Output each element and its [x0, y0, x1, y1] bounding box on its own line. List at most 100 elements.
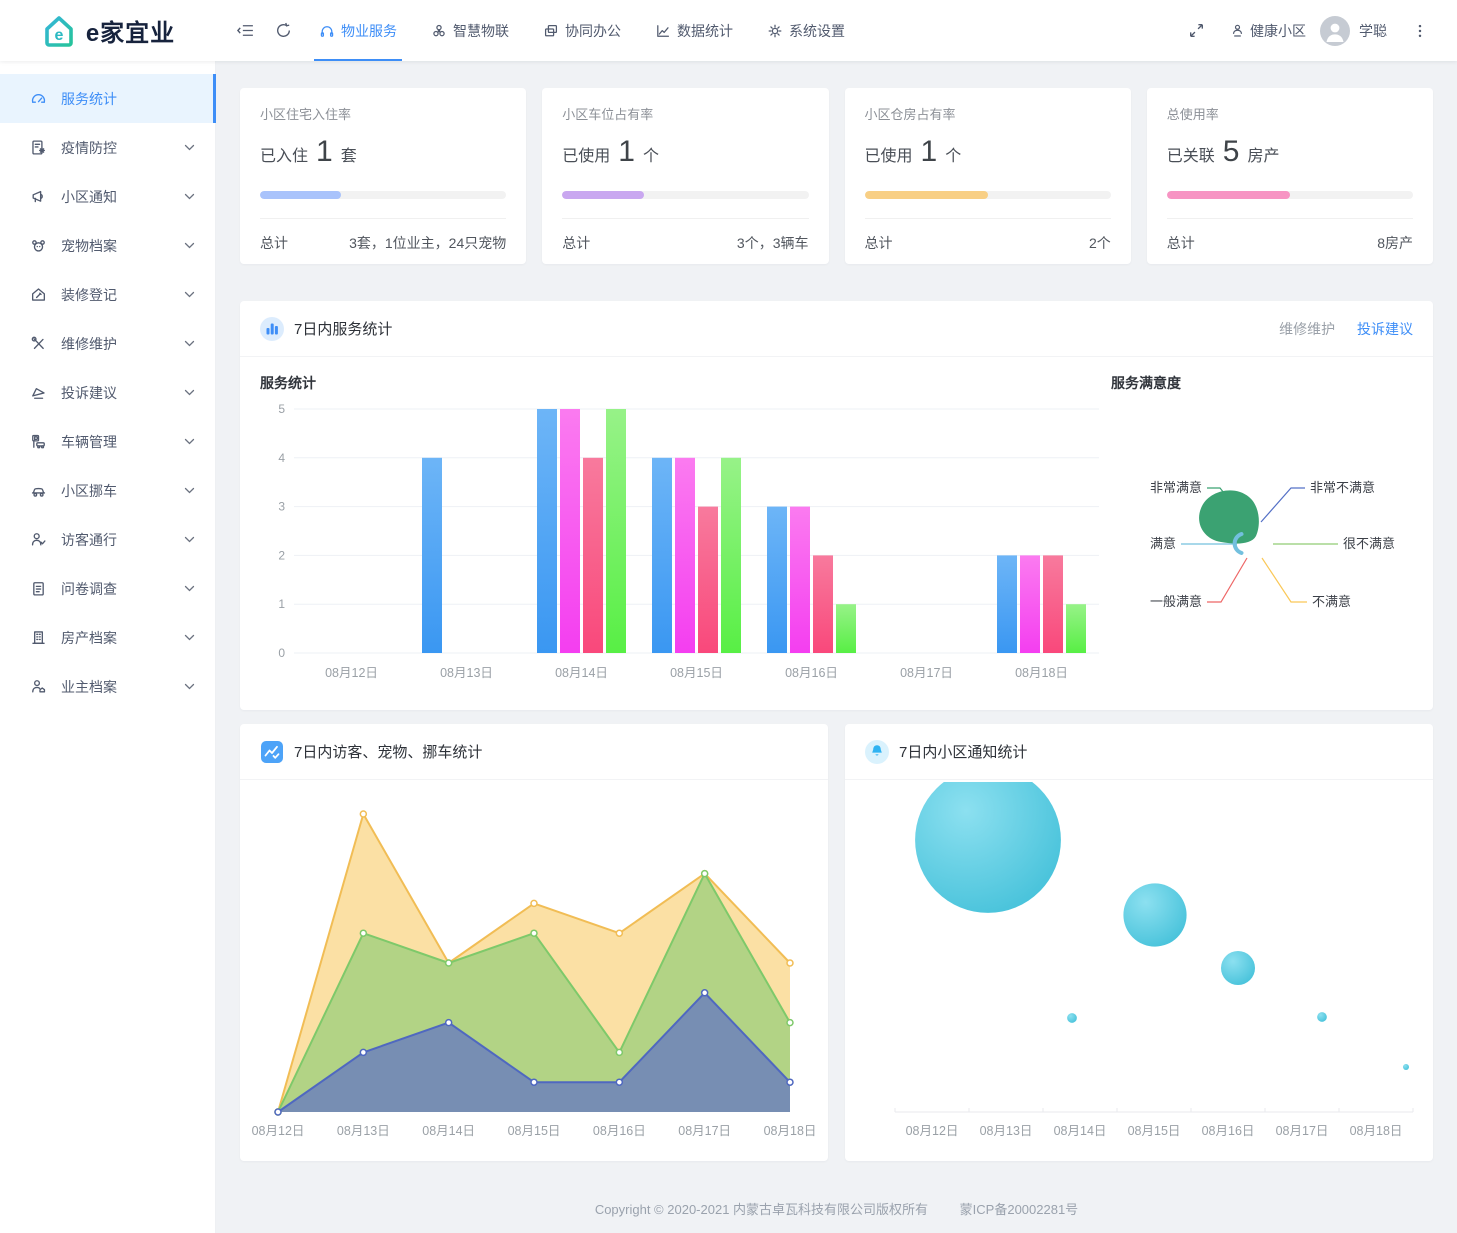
card-total-value: 3个，3辆车: [736, 235, 809, 251]
sidebar-item-label: 投诉建议: [61, 384, 117, 401]
svg-text:08月16日: 08月16日: [1202, 1124, 1255, 1138]
card-value-unit: 房产: [1247, 148, 1280, 165]
chevron-down-icon: [184, 536, 195, 544]
svg-text:很不满意: 很不满意: [1343, 536, 1395, 551]
chevron-down-icon: [184, 683, 195, 691]
fullscreen-icon[interactable]: [1177, 12, 1215, 50]
card-progress-fill: [260, 191, 342, 199]
svg-text:08月14日: 08月14日: [555, 666, 608, 680]
svg-text:08月14日: 08月14日: [1054, 1124, 1107, 1138]
svg-text:08月13日: 08月13日: [337, 1124, 390, 1138]
card-total-label: 总计: [562, 235, 591, 251]
sidebar-item-5[interactable]: 维修维护: [0, 319, 215, 368]
card-total-value: 8房产: [1377, 235, 1413, 251]
stat-cards: 小区住宅入住率 已入住 1 套 总计 3套，1位业主，24只宠物 小区车位占有率…: [240, 88, 1433, 264]
svg-text:08月12日: 08月12日: [325, 666, 378, 680]
main-content: 小区住宅入住率 已入住 1 套 总计 3套，1位业主，24只宠物 小区车位占有率…: [216, 61, 1457, 1233]
headset-icon: [319, 23, 335, 39]
renovation-icon: [30, 286, 47, 303]
svg-text:08月16日: 08月16日: [593, 1124, 646, 1138]
sidebar-item-0[interactable]: 服务统计: [0, 74, 216, 123]
sidebar-item-label: 疫情防控: [61, 139, 117, 156]
card-total-value: 3套，1位业主，24只宠物: [349, 235, 507, 251]
bell-badge-icon: [865, 739, 889, 764]
card-total-label: 总计: [864, 235, 893, 251]
satisfaction-pie-col: 服务满意度 非常满意 满意 一般满意 非常不满意 很不满意 不满意: [1107, 373, 1419, 697]
nav-tabs: 物业服务 智慧物联 协同办公 数据统计 系统设置: [302, 0, 862, 61]
collapse-sidebar-icon[interactable]: [226, 12, 264, 50]
sidebar-item-1[interactable]: 疫情防控: [0, 123, 215, 172]
brand-name: e家宜业: [85, 20, 176, 47]
repair-link[interactable]: 维修维护: [1279, 321, 1335, 337]
svg-text:08月15日: 08月15日: [508, 1124, 561, 1138]
bar-chart-title: 服务统计: [260, 375, 316, 391]
sidebar-item-7[interactable]: 车辆管理: [0, 417, 215, 466]
community-switcher[interactable]: 健康小区: [1229, 21, 1306, 41]
brand-logo[interactable]: e e家宜业: [0, 13, 216, 49]
location-person-icon: [1229, 22, 1246, 39]
svg-text:5: 5: [278, 402, 285, 416]
card-value-number: 1: [920, 135, 938, 168]
refresh-icon[interactable]: [264, 12, 302, 50]
nav-tab-2[interactable]: 协同办公: [526, 0, 638, 61]
svg-text:e: e: [54, 27, 63, 44]
username: 学聪: [1359, 22, 1387, 39]
complaint-link[interactable]: 投诉建议: [1357, 321, 1413, 337]
building-icon: [30, 629, 47, 646]
service-panel-title: 7日内服务统计: [294, 321, 393, 338]
nav-tab-label: 协同办公: [565, 22, 621, 39]
svg-text:08月17日: 08月17日: [678, 1124, 731, 1138]
card-progress-bar: [1166, 191, 1413, 199]
sidebar-item-label: 维修维护: [61, 335, 117, 352]
card-title: 小区仓房占有率: [864, 107, 956, 122]
copyright-text: Copyright © 2020-2021 内蒙古卓瓦科技有限公司版权所有: [594, 1202, 929, 1217]
card-divider: [260, 218, 507, 219]
community-name: 健康小区: [1250, 22, 1306, 39]
svg-text:08月18日: 08月18日: [1015, 666, 1068, 680]
svg-text:一般满意: 一般满意: [1150, 594, 1202, 609]
notice-panel-header: 7日内小区通知统计: [845, 724, 1433, 780]
house-logo-icon: e: [41, 13, 77, 49]
sidebar-item-11[interactable]: 房产档案: [0, 613, 215, 662]
user-menu[interactable]: 学聪: [1320, 15, 1387, 46]
card-value-prefix: 已使用: [562, 148, 611, 165]
sidebar-item-label: 房产档案: [61, 629, 117, 646]
notice-panel-title: 7日内小区通知统计: [899, 744, 1028, 761]
sidebar-item-6[interactable]: 投诉建议: [0, 368, 215, 417]
sidebar-item-8[interactable]: 小区挪车: [0, 466, 215, 515]
sidebar-item-4[interactable]: 装修登记: [0, 270, 215, 319]
sidebar-item-label: 服务统计: [61, 90, 117, 107]
card-progress-bar: [562, 191, 809, 199]
nav-tab-1[interactable]: 智慧物联: [414, 0, 526, 61]
windows-icon: [543, 23, 559, 39]
sidebar-item-9[interactable]: 访客通行: [0, 515, 215, 564]
sidebar-item-3[interactable]: 宠物档案: [0, 221, 215, 270]
card-value-unit: 个: [642, 148, 659, 165]
nav-tab-label: 数据统计: [677, 22, 733, 39]
svg-text:满意: 满意: [1150, 536, 1176, 551]
card-divider: [864, 218, 1111, 219]
svg-text:2: 2: [278, 548, 285, 562]
stat-card-1: 小区车位占有率 已使用 1 个 总计 3个，3辆车: [542, 88, 829, 264]
chevron-down-icon: [184, 291, 195, 299]
svg-text:08月18日: 08月18日: [1350, 1124, 1403, 1138]
visitor-panel-title: 7日内访客、宠物、挪车统计: [294, 744, 483, 761]
sidebar-item-2[interactable]: 小区通知: [0, 172, 215, 221]
more-menu-icon[interactable]: [1401, 12, 1439, 50]
stat-card-0: 小区住宅入住率 已入住 1 套 总计 3套，1位业主，24只宠物: [240, 88, 527, 264]
nav-tab-3[interactable]: 数据统计: [638, 0, 750, 61]
service-panel-links: 维修维护 投诉建议: [1279, 319, 1413, 339]
pet-icon: [30, 237, 47, 254]
chevron-down-icon: [184, 634, 195, 642]
visitor-stats-panel: 7日内访客、宠物、挪车统计 08月12日 08月13日 08月14日 08月15日 08…: [240, 724, 828, 1161]
linechart-icon: [655, 23, 671, 39]
tools-icon: [30, 335, 47, 352]
svg-text:08月15日: 08月15日: [670, 666, 723, 680]
svg-text:08月16日: 08月16日: [785, 666, 838, 680]
card-title: 小区车位占有率: [562, 107, 654, 122]
sidebar-item-10[interactable]: 问卷调查: [0, 564, 215, 613]
nav-tab-4[interactable]: 系统设置: [750, 0, 862, 61]
nav-tab-0[interactable]: 物业服务: [302, 0, 414, 61]
sidebar-item-12[interactable]: 业主档案: [0, 662, 215, 711]
card-title: 小区住宅入住率: [260, 107, 352, 122]
